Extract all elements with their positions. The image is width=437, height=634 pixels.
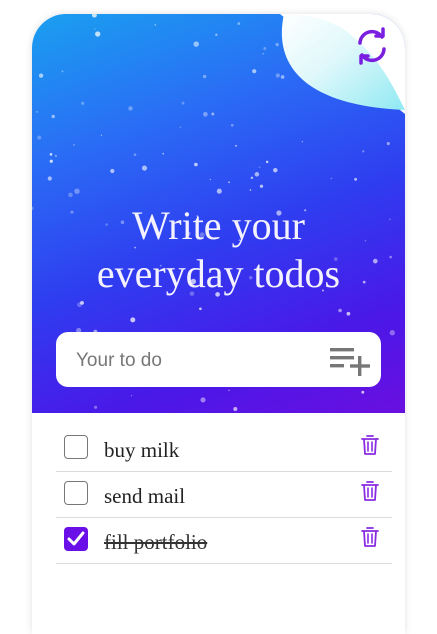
sparkle-dot <box>386 142 390 146</box>
headline-line-1: Write your <box>132 203 305 248</box>
trash-icon[interactable] <box>361 434 379 456</box>
hero-banner: Write your everyday todos <box>32 14 405 413</box>
sparkle-dot <box>130 317 136 323</box>
sparkle-dot <box>211 112 215 116</box>
sparkle-dot <box>216 188 222 194</box>
todo-checkbox[interactable] <box>64 527 88 551</box>
trash-icon[interactable] <box>361 480 379 502</box>
sparkle-dot <box>49 153 53 156</box>
sparkle-dot <box>110 168 115 174</box>
sparkle-dot <box>265 160 269 164</box>
sparkle-dot <box>80 301 84 305</box>
refresh-icon[interactable] <box>352 26 392 66</box>
sparkle-dot <box>100 134 103 136</box>
todo-checkbox[interactable] <box>64 481 88 505</box>
sparkle-dot <box>254 172 260 177</box>
check-icon <box>67 531 85 546</box>
sparkle-dot <box>51 114 55 119</box>
todo-item: fill portfolio <box>56 518 392 564</box>
sparkle-dot <box>61 70 64 73</box>
todo-item: send mail <box>56 472 392 518</box>
sparkle-dot <box>262 52 264 55</box>
todo-text: send mail <box>104 484 186 508</box>
sparkle-dot <box>338 308 342 313</box>
sparkle-dot <box>94 405 98 409</box>
todo-checkbox[interactable] <box>64 435 88 459</box>
todo-text: fill portfolio <box>104 530 208 554</box>
sparkle-dot <box>133 153 137 157</box>
sparkle-dot <box>179 126 181 128</box>
sparkle-dot <box>209 178 211 181</box>
sparkle-dot <box>193 41 199 47</box>
sparkle-dot <box>95 31 101 37</box>
sparkle-dot <box>181 101 185 105</box>
page-title: Write your everyday todos <box>32 202 405 298</box>
todo-card: Write your everyday todos buy milk <box>32 14 405 634</box>
sparkle-dot <box>74 188 80 194</box>
sparkle-dot <box>361 390 365 394</box>
sparkle-dot <box>202 74 207 79</box>
sparkle-dot <box>235 144 237 147</box>
sparkle-dot <box>330 177 333 180</box>
headline-line-2: everyday todos <box>96 251 341 296</box>
sparkle-dot <box>250 176 254 180</box>
sparkle-dot <box>249 189 252 191</box>
sparkle-dot <box>94 28 96 30</box>
sparkle-dot <box>346 311 351 316</box>
sparkle-dot <box>162 152 164 155</box>
sparkle-dot <box>81 101 85 105</box>
sparkle-dot <box>301 141 304 143</box>
sparkle-dot <box>273 167 278 173</box>
sparkle-dot <box>91 14 97 18</box>
todo-input-box <box>56 332 381 389</box>
sparkle-dot <box>47 176 52 181</box>
playlist-add-icon[interactable] <box>330 346 370 376</box>
sparkle-dot <box>200 397 206 403</box>
sparkle-dot <box>38 73 44 78</box>
sparkle-dot <box>54 154 58 158</box>
sparkle-dot <box>237 22 241 25</box>
sparkle-dot <box>68 192 73 198</box>
sparkle-dot <box>362 150 365 153</box>
sparkle-dot <box>252 69 257 74</box>
sparkle-dot <box>230 123 234 127</box>
sparkle-dot <box>154 24 157 26</box>
sparkle-dot <box>354 177 358 181</box>
todo-list: buy milk send mail fill portfolio <box>56 426 392 564</box>
sparkle-dot <box>263 47 267 50</box>
sparkle-dot <box>49 159 53 163</box>
trash-icon[interactable] <box>361 526 379 548</box>
sparkle-dot <box>128 106 133 111</box>
sparkle-dot <box>141 165 148 171</box>
sparkle-dot <box>37 135 42 140</box>
sparkle-dot <box>203 111 208 117</box>
sparkle-dot <box>194 162 198 167</box>
sparkle-dot <box>36 111 38 113</box>
sparkle-dot <box>215 33 218 37</box>
todo-item: buy milk <box>56 426 392 472</box>
todo-input[interactable] <box>74 332 318 389</box>
sparkle-dot <box>228 389 230 392</box>
sparkle-dot <box>73 144 75 146</box>
sparkle-dot <box>275 42 279 47</box>
todo-text: buy milk <box>104 438 180 462</box>
sparkle-dot <box>199 307 202 311</box>
sparkle-dot <box>130 394 133 397</box>
sparkle-dot <box>258 166 261 169</box>
sparkle-dot <box>233 407 238 411</box>
sparkle-dot <box>228 181 230 184</box>
sparkle-dot <box>259 184 264 188</box>
sparkle-dot <box>389 330 395 336</box>
